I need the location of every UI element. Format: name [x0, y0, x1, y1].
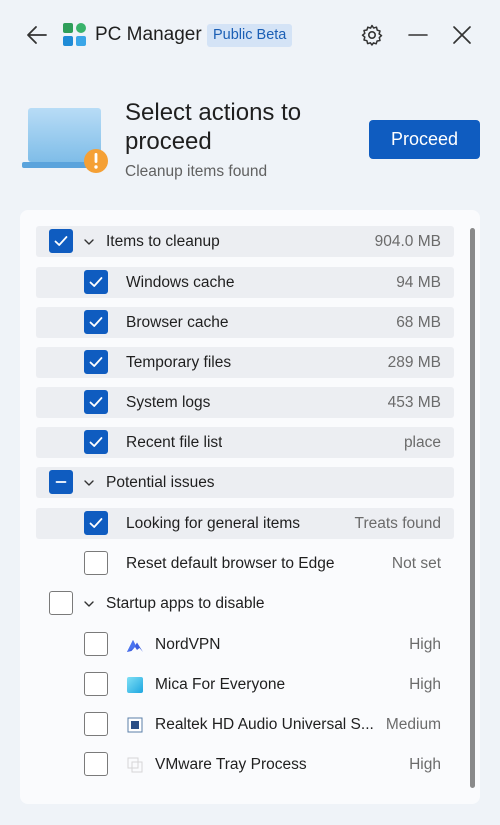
- item-checkbox[interactable]: [84, 350, 108, 374]
- title-bar: PC Manager Public Beta: [0, 0, 500, 70]
- checkmark-icon: [89, 397, 103, 407]
- public-beta-badge: Public Beta: [207, 24, 293, 47]
- indeterminate-icon: [55, 481, 67, 483]
- group-checkbox[interactable]: [49, 470, 73, 494]
- item-value: Not set: [391, 555, 441, 572]
- item-value: 68 MB: [396, 314, 441, 331]
- list-item[interactable]: System logs 453 MB: [36, 387, 454, 418]
- vmware-icon: [127, 757, 143, 773]
- checkmark-icon: [89, 357, 103, 367]
- item-value: 289 MB: [387, 354, 441, 371]
- laptop-warning-icon: [22, 108, 108, 173]
- group-size: 904.0 MB: [374, 233, 441, 250]
- list-item[interactable]: NordVPN High: [36, 629, 454, 660]
- item-checkbox[interactable]: [84, 712, 108, 736]
- page-title: Select actions to proceed: [125, 99, 302, 155]
- mica-icon: [127, 677, 143, 693]
- gear-icon: [361, 24, 383, 46]
- item-value: Medium: [385, 716, 441, 733]
- item-value: 94 MB: [396, 274, 441, 291]
- item-label: Looking for general items: [126, 515, 301, 532]
- item-label: VMware Tray Process: [155, 756, 307, 773]
- item-value: High: [409, 676, 441, 693]
- list-item[interactable]: Recent file list place: [36, 427, 454, 458]
- item-value: place: [403, 434, 441, 451]
- close-icon: [453, 26, 471, 44]
- settings-button[interactable]: [358, 21, 386, 49]
- item-checkbox[interactable]: [84, 672, 108, 696]
- list-item[interactable]: Temporary files 289 MB: [36, 347, 454, 378]
- chevron-down-icon[interactable]: [83, 598, 95, 610]
- checkmark-icon: [89, 518, 103, 528]
- item-value: High: [409, 636, 441, 653]
- item-checkbox[interactable]: [84, 430, 108, 454]
- chevron-down-icon[interactable]: [83, 477, 95, 489]
- checkmark-icon: [89, 317, 103, 327]
- group-row-items-to-cleanup[interactable]: Items to cleanup 904.0 MB: [36, 226, 454, 257]
- vertical-scrollbar[interactable]: [470, 228, 475, 788]
- item-checkbox[interactable]: [84, 551, 108, 575]
- checkmark-icon: [89, 277, 103, 287]
- arrow-left-icon: [27, 26, 47, 44]
- list-item[interactable]: Looking for general items Treats found: [36, 508, 454, 539]
- group-label: Items to cleanup: [106, 233, 220, 250]
- page-subtitle: Cleanup items found: [125, 163, 268, 180]
- item-checkbox[interactable]: [84, 310, 108, 334]
- chevron-down-icon[interactable]: [83, 236, 95, 248]
- list-item[interactable]: Mica For Everyone High: [36, 669, 454, 700]
- item-checkbox[interactable]: [84, 511, 108, 535]
- item-label: Recent file list: [126, 434, 223, 451]
- group-row-startup-apps[interactable]: Startup apps to disable: [36, 588, 454, 619]
- item-value: High: [409, 756, 441, 773]
- list-item[interactable]: VMware Tray Process High: [36, 749, 454, 780]
- list-item[interactable]: Browser cache 68 MB: [36, 307, 454, 338]
- item-label: NordVPN: [155, 636, 221, 653]
- item-label: Reset default browser to Edge: [126, 555, 335, 572]
- proceed-button[interactable]: Proceed: [369, 120, 480, 159]
- app-title: PC Manager: [95, 24, 202, 45]
- item-checkbox[interactable]: [84, 390, 108, 414]
- item-value: Treats found: [354, 515, 441, 532]
- list-item[interactable]: Realtek HD Audio Universal S... Medium: [36, 709, 454, 740]
- group-checkbox[interactable]: [49, 229, 73, 253]
- item-label: Browser cache: [126, 314, 229, 331]
- item-label: Windows cache: [126, 274, 235, 291]
- minimize-button[interactable]: [404, 21, 432, 49]
- group-label: Startup apps to disable: [106, 595, 265, 612]
- group-checkbox[interactable]: [49, 591, 73, 615]
- group-row-potential-issues[interactable]: Potential issues: [36, 467, 454, 498]
- list-item[interactable]: Windows cache 94 MB: [36, 267, 454, 298]
- item-value: 453 MB: [387, 394, 441, 411]
- item-label: Mica For Everyone: [155, 676, 286, 693]
- item-label: Realtek HD Audio Universal S...: [155, 716, 374, 733]
- realtek-icon: [127, 717, 143, 733]
- minimize-icon: [408, 34, 428, 36]
- checkmark-icon: [54, 236, 68, 246]
- nordvpn-icon: [127, 640, 143, 652]
- item-checkbox[interactable]: [84, 752, 108, 776]
- item-label: Temporary files: [126, 354, 232, 371]
- pc-manager-window: PC Manager Public Beta Select actions to…: [0, 0, 500, 825]
- back-button[interactable]: [22, 20, 52, 50]
- item-label: System logs: [126, 394, 211, 411]
- item-checkbox[interactable]: [84, 270, 108, 294]
- group-label: Potential issues: [106, 474, 215, 491]
- item-checkbox[interactable]: [84, 632, 108, 656]
- checkmark-icon: [89, 437, 103, 447]
- list-item[interactable]: Reset default browser to Edge Not set: [36, 548, 454, 579]
- pc-manager-logo-icon: [63, 23, 86, 46]
- close-button[interactable]: [448, 21, 476, 49]
